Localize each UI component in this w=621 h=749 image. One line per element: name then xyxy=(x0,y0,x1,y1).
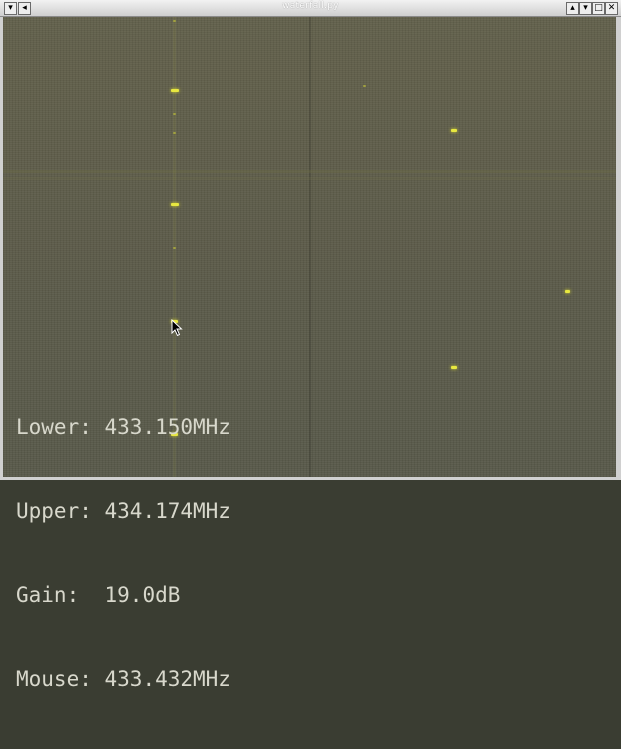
mouse-value: 433.432MHz xyxy=(104,667,231,691)
lower-value: 433.150MHz xyxy=(104,415,231,439)
signal-blip xyxy=(173,113,176,115)
lower-label: Lower: xyxy=(16,415,92,439)
signal-blip xyxy=(171,203,179,206)
noise-band xyxy=(3,170,616,173)
signal-blip xyxy=(173,20,176,22)
shade-button[interactable]: ▴ xyxy=(566,2,579,15)
upper-label: Upper: xyxy=(16,499,92,523)
upper-value: 434.174MHz xyxy=(104,499,231,523)
signal-blip xyxy=(451,366,457,369)
minimize-button[interactable]: ▾ xyxy=(579,2,592,15)
frequency-readout: Lower: 433.150MHz Upper: 434.174MHz Gain… xyxy=(16,357,231,749)
upper-row: Upper: 434.174MHz xyxy=(16,497,231,525)
window-title: waterfall.py xyxy=(282,1,339,11)
signal-blip xyxy=(451,129,457,132)
mouse-row: Mouse: 433.432MHz xyxy=(16,665,231,693)
window-menu-button[interactable]: ▾ xyxy=(4,2,17,15)
gain-value: 19.0dB xyxy=(104,583,181,607)
signal-blip xyxy=(173,247,176,249)
app-window: ▾ ◂ waterfall.py ▴ ▾ □ ✕ Lower: 433.150M… xyxy=(0,0,621,691)
title-bar[interactable]: ▾ ◂ waterfall.py ▴ ▾ □ ✕ xyxy=(0,0,621,17)
signal-blip xyxy=(565,290,570,293)
mouse-label: Mouse: xyxy=(16,667,92,691)
center-frequency-line xyxy=(309,17,311,477)
window-left-button[interactable]: ◂ xyxy=(18,2,31,15)
signal-blip xyxy=(171,89,179,92)
lower-row: Lower: 433.150MHz xyxy=(16,413,231,441)
gain-row: Gain: 19.0dB xyxy=(16,581,231,609)
noise-band xyxy=(3,177,616,180)
signal-blip xyxy=(173,132,176,134)
gain-label: Gain: xyxy=(16,583,80,607)
close-button[interactable]: ✕ xyxy=(605,2,618,15)
arrow-cursor-icon xyxy=(171,319,183,337)
maximize-button[interactable]: □ xyxy=(592,2,605,15)
signal-blip xyxy=(363,85,366,87)
